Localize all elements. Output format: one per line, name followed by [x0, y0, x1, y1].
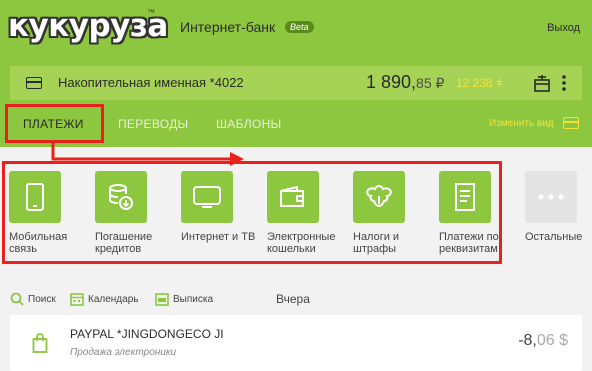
account-bar[interactable]: Накопительная именная *4022 1 890,85 ₽ 1…	[10, 66, 582, 100]
logout-link[interactable]: Выход	[547, 22, 580, 34]
calendar-icon	[70, 293, 84, 306]
calendar-tool[interactable]: Календарь	[70, 292, 138, 306]
account-balance: 1 890,85 ₽	[366, 72, 444, 93]
balance-fraction: 85 ₽	[416, 75, 445, 91]
bonus-balance: 12 238 ǂ	[456, 76, 504, 90]
category-other[interactable]: Остальные	[525, 171, 592, 243]
logo-trademark: ™	[147, 8, 155, 17]
search-tool[interactable]: Поиск	[10, 292, 56, 306]
category-label: Остальные	[525, 231, 583, 243]
xls-icon	[155, 293, 169, 306]
page: кукуруза ™ Интернет-банк Beta Выход Нако…	[0, 0, 592, 371]
bank-title: Интернет-банк	[180, 19, 276, 35]
gift-icon[interactable]	[533, 74, 551, 92]
card-icon	[26, 77, 42, 89]
tab-templates[interactable]: ШАБЛОНЫ	[216, 117, 281, 131]
logo[interactable]: кукуруза	[8, 6, 168, 46]
shopping-bag-icon	[32, 333, 48, 353]
calendar-label: Календарь	[88, 293, 139, 305]
beta-badge: Beta	[285, 21, 314, 33]
tab-highlight-frame	[5, 104, 104, 143]
search-label: Поиск	[28, 293, 56, 305]
statement-label: Выписка	[173, 293, 214, 305]
transaction-row[interactable]: PAYPAL *JINGDONGECO JI Продажа электрони…	[10, 315, 582, 371]
amount-fraction: 06 $	[536, 332, 568, 349]
balance-integer: 1 890,	[366, 72, 417, 92]
category-highlight-frame	[2, 161, 502, 264]
account-name: Накопительная именная *4022	[58, 75, 244, 90]
tab-transfers[interactable]: ПЕРЕВОДЫ	[118, 117, 188, 131]
more-vertical-icon[interactable]	[559, 74, 569, 92]
transaction-merchant: PAYPAL *JINGDONGECO JI	[70, 327, 224, 341]
day-heading: Вчера	[276, 292, 310, 306]
more-dots-icon	[538, 194, 564, 200]
amount-integer: -8,	[518, 332, 537, 349]
card-view-icon[interactable]	[563, 117, 579, 129]
transaction-category: Продажа электроники	[70, 347, 177, 358]
other-tile	[525, 171, 577, 223]
change-view-link[interactable]: Изменить вид	[489, 118, 554, 129]
transaction-amount: -8,06 $	[518, 332, 568, 350]
search-icon	[10, 292, 24, 306]
statement-tool[interactable]: Выписка	[155, 292, 213, 306]
